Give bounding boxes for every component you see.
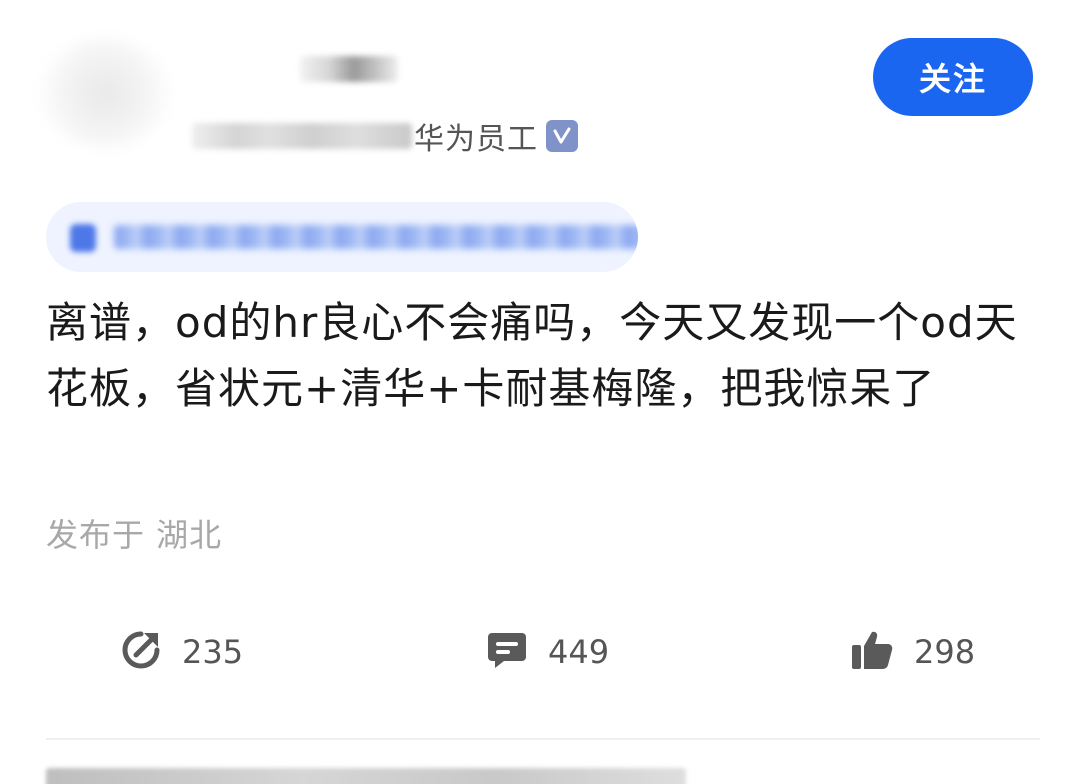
- post-body-text: 离谱，od的hr良心不会痛吗，今天又发现一个od天花板，省状元+清华+卡耐基梅隆…: [46, 298, 1018, 413]
- post-location: 发布于 湖北: [46, 516, 223, 554]
- author-meta: 华为员工: [192, 114, 578, 158]
- author-role: 华为员工: [414, 122, 538, 157]
- thumbs-up-icon: [850, 629, 894, 675]
- verified-v-icon: [546, 120, 578, 152]
- like-button[interactable]: 298: [850, 624, 975, 680]
- share-button[interactable]: 235: [120, 624, 243, 680]
- topic-chip-redacted[interactable]: [46, 202, 638, 272]
- topic-text-redacted: [114, 225, 638, 249]
- username-redacted: [300, 56, 398, 82]
- post-card: 华为员工 关注 离谱，od的hr良心不会痛吗，今天又发现一个od天花板，省状元+…: [0, 0, 1080, 784]
- topic-icon: [70, 224, 96, 252]
- post-date-redacted: [192, 123, 412, 149]
- divider: [46, 738, 1040, 740]
- avatar[interactable]: [40, 38, 170, 148]
- follow-button[interactable]: 关注: [873, 38, 1033, 116]
- like-count: 298: [914, 633, 976, 671]
- comment-button[interactable]: 449: [486, 624, 609, 680]
- comment-icon: [486, 629, 528, 675]
- share-count: 235: [182, 633, 244, 671]
- next-content-cutoff: [46, 768, 686, 784]
- share-icon: [120, 629, 162, 675]
- comment-count: 449: [548, 633, 610, 671]
